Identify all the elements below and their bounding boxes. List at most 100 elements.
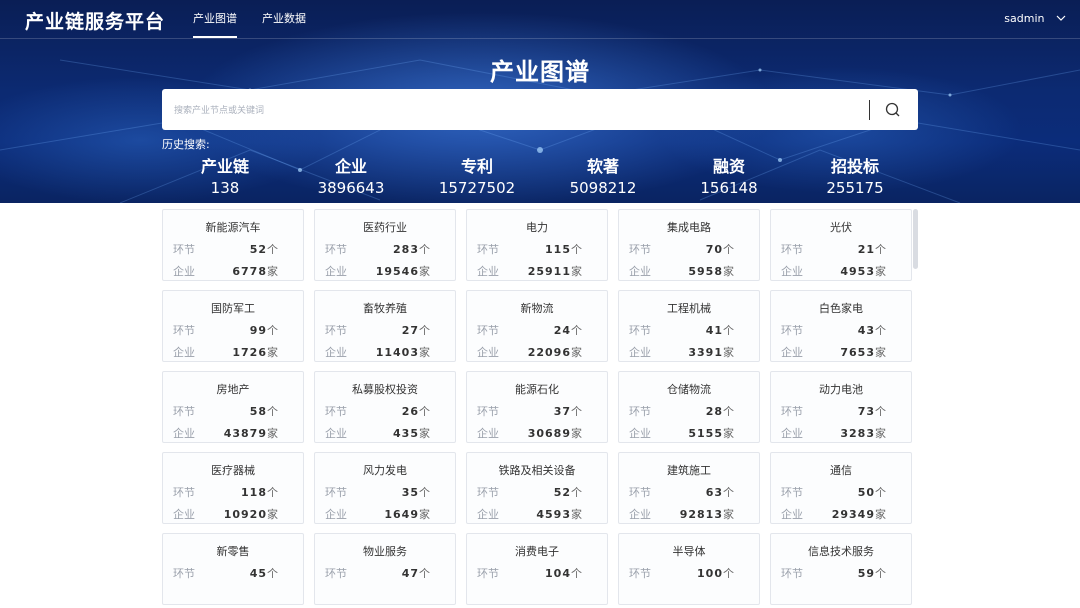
industry-card[interactable]: 新能源汽车 环节 52个 企业 6778家 <box>162 209 304 281</box>
node-label: 环节 <box>629 243 651 256</box>
node-value: 52 <box>249 243 267 256</box>
node-label: 环节 <box>173 567 195 580</box>
industry-card[interactable]: 电力 环节 115个 企业 25911家 <box>466 209 608 281</box>
scrollbar[interactable] <box>913 209 918 269</box>
industry-card[interactable]: 私募股权投资 环节 26个 企业 435家 <box>314 371 456 443</box>
industry-card[interactable]: 新物流 环节 24个 企业 22096家 <box>466 290 608 362</box>
company-row: 企业 22096家 <box>477 344 582 359</box>
company-value: 19546 <box>375 265 419 278</box>
industry-card[interactable]: 医疗器械 环节 118个 企业 10920家 <box>162 452 304 524</box>
search-button[interactable] <box>882 99 904 121</box>
company-count: 5155家 <box>688 425 734 441</box>
company-label: 企业 <box>173 427 195 440</box>
industry-card[interactable]: 物业服务 环节 47个 <box>314 533 456 605</box>
node-value: 59 <box>857 567 875 580</box>
node-count: 24个 <box>554 322 582 338</box>
company-row: 企业 7653家 <box>781 344 886 360</box>
industry-card[interactable]: 白色家电 环节 43个 企业 7653家 <box>770 290 912 362</box>
search-input[interactable] <box>172 89 866 132</box>
node-unit: 个 <box>571 486 582 499</box>
node-unit: 个 <box>419 486 430 499</box>
industry-card[interactable]: 消费电子 环节 104个 <box>466 533 608 605</box>
node-label: 环节 <box>173 486 195 499</box>
user-menu[interactable]: sadmin <box>1004 0 1066 39</box>
company-label: 企业 <box>325 346 347 359</box>
stat-patents: 专利 15727502 <box>417 157 537 198</box>
industry-name: 风力发电 <box>363 464 407 477</box>
company-unit: 家 <box>571 265 582 278</box>
industry-card[interactable]: 房地产 环节 58个 企业 43879家 <box>162 371 304 443</box>
node-row: 环节 41个 <box>629 322 734 337</box>
industry-card[interactable]: 建筑施工 环节 63个 企业 92813家 <box>618 452 760 524</box>
node-value: 70 <box>705 243 723 256</box>
company-count: 6778家 <box>232 263 278 279</box>
node-unit: 个 <box>875 324 886 337</box>
nav-tab-industry-data[interactable]: 产业数据 <box>262 0 306 38</box>
industry-card[interactable]: 铁路及相关设备 环节 52个 企业 4593家 <box>466 452 608 524</box>
node-unit: 个 <box>419 405 430 418</box>
industry-card[interactable]: 仓储物流 环节 28个 企业 5155家 <box>618 371 760 443</box>
company-label: 企业 <box>629 346 651 359</box>
company-unit: 家 <box>267 346 278 359</box>
node-count: 118个 <box>241 484 278 500</box>
node-count: 99个 <box>250 322 278 338</box>
company-label: 企业 <box>173 346 195 359</box>
company-count: 435家 <box>393 425 430 441</box>
company-value: 11403 <box>375 346 419 359</box>
industry-card[interactable]: 工程机械 环节 41个 企业 3391家 <box>618 290 760 362</box>
node-count: 27个 <box>402 322 430 338</box>
company-count: 4593家 <box>536 506 582 522</box>
industry-card[interactable]: 动力电池 环节 73个 企业 3283家 <box>770 371 912 443</box>
node-value: 50 <box>857 486 875 499</box>
node-row: 环节 118个 <box>173 484 278 500</box>
company-value: 3283 <box>840 427 875 440</box>
industry-card[interactable]: 通信 环节 50个 企业 29349家 <box>770 452 912 524</box>
company-count: 4953家 <box>840 263 886 279</box>
node-count: 50个 <box>858 484 886 500</box>
industry-card[interactable]: 半导体 环节 100个 <box>618 533 760 605</box>
industry-card[interactable]: 医药行业 环节 283个 企业 19546家 <box>314 209 456 281</box>
company-count: 19546家 <box>376 263 430 279</box>
industry-name: 光伏 <box>830 221 852 234</box>
node-row: 环节 63个 <box>629 484 734 499</box>
company-row: 企业 4593家 <box>477 506 582 522</box>
page-title: 产业图谱 <box>490 58 590 86</box>
company-count: 5958家 <box>688 263 734 279</box>
company-count: 11403家 <box>376 344 430 360</box>
node-label: 环节 <box>477 405 499 418</box>
industry-card[interactable]: 畜牧养殖 环节 27个 企业 11403家 <box>314 290 456 362</box>
industry-card[interactable]: 光伏 环节 21个 企业 4953家 <box>770 209 912 281</box>
company-count: 7653家 <box>840 344 886 360</box>
company-label: 企业 <box>477 265 499 278</box>
industry-name: 新物流 <box>520 302 554 315</box>
node-count: 100个 <box>697 565 734 581</box>
company-unit: 家 <box>267 265 278 278</box>
stat-label: 招投标 <box>830 157 879 176</box>
node-value: 28 <box>705 405 723 418</box>
industry-card[interactable]: 能源石化 环节 37个 企业 30689家 <box>466 371 608 443</box>
company-unit: 家 <box>723 346 734 359</box>
node-count: 104个 <box>545 565 582 581</box>
industry-card[interactable]: 集成电路 环节 70个 企业 5958家 <box>618 209 760 281</box>
chain-grid-area: 新能源汽车 环节 52个 企业 6778家 医药行业 环节 283个 企业 19546家 电力 环节 1… <box>0 203 1080 608</box>
industry-card[interactable]: 新零售 环节 45个 <box>162 533 304 605</box>
industry-card[interactable]: 风力发电 环节 35个 企业 1649家 <box>314 452 456 524</box>
node-value: 27 <box>401 324 419 337</box>
company-label: 企业 <box>173 508 195 521</box>
node-value: 35 <box>401 486 419 499</box>
node-value: 63 <box>705 486 723 499</box>
company-unit: 家 <box>571 508 582 521</box>
company-value: 4953 <box>840 265 875 278</box>
node-row: 环节 47个 <box>325 565 430 580</box>
nav-tab-industry-map[interactable]: 产业图谱 <box>193 0 237 38</box>
industry-card[interactable]: 信息技术服务 环节 59个 <box>770 533 912 605</box>
chevron-down-icon <box>1056 0 1066 38</box>
node-label: 环节 <box>629 567 651 580</box>
company-unit: 家 <box>723 427 734 440</box>
company-row: 企业 10920家 <box>173 506 278 522</box>
company-row: 企业 1726家 <box>173 344 278 359</box>
industry-card[interactable]: 国防军工 环节 99个 企业 1726家 <box>162 290 304 362</box>
stat-chains: 产业链 138 <box>165 157 285 198</box>
node-unit: 个 <box>875 405 886 418</box>
company-count: 10920家 <box>224 506 278 522</box>
